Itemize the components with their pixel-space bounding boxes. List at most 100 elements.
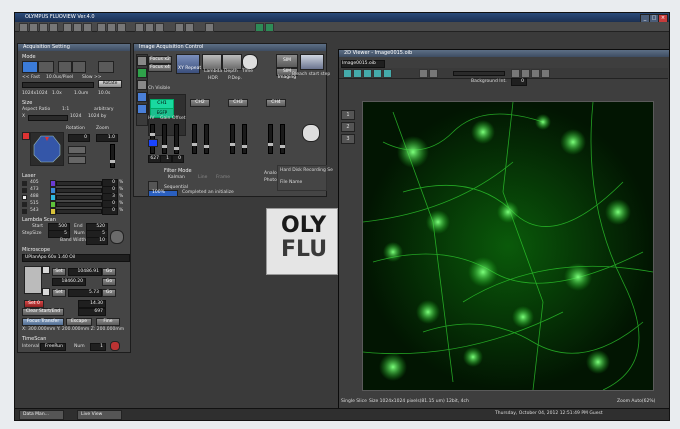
- laser-488-checkbox[interactable]: [22, 195, 27, 200]
- open-icon[interactable]: [29, 23, 38, 32]
- viewer-tool-9-icon[interactable]: [521, 69, 530, 78]
- kalman-radio[interactable]: Kalman: [168, 175, 185, 180]
- rotation-field[interactable]: 0: [68, 134, 90, 142]
- print-icon[interactable]: [49, 23, 58, 32]
- escape-button[interactable]: Escape: [66, 318, 92, 326]
- grid-icon[interactable]: [185, 23, 194, 32]
- interval-field[interactable]: FreeRun: [40, 343, 66, 351]
- viewer-tool-4-icon[interactable]: [373, 69, 382, 78]
- viewer-tool-3-icon[interactable]: [363, 69, 372, 78]
- viewer-slider[interactable]: [453, 71, 505, 76]
- ch1-offset-slider[interactable]: [174, 124, 179, 154]
- ch3-gain-slider[interactable]: [242, 124, 247, 154]
- laser-473-checkbox[interactable]: [22, 188, 27, 193]
- set-zero-button[interactable]: Set 0: [24, 300, 44, 308]
- side-tab-3[interactable]: 3: [341, 134, 355, 144]
- record-icon[interactable]: [265, 23, 274, 32]
- fast-label[interactable]: << Fast: [22, 75, 40, 80]
- aspect-value[interactable]: 1:1: [62, 107, 69, 112]
- laser-473-slider[interactable]: [56, 188, 102, 193]
- clear-start-end-button[interactable]: Clear Start/End: [22, 308, 64, 316]
- new-icon[interactable]: [19, 23, 28, 32]
- stop-icon[interactable]: [110, 341, 120, 351]
- time-icon[interactable]: [242, 54, 258, 70]
- stepper-icon[interactable]: [137, 104, 147, 114]
- help-icon[interactable]: [205, 23, 214, 32]
- arbitrary-option[interactable]: arbitrary: [94, 107, 114, 112]
- lambda-refresh-icon[interactable]: [110, 230, 124, 244]
- zoom-icon[interactable]: [63, 23, 72, 32]
- focus-transfer-button[interactable]: Focus Transfer: [22, 318, 64, 326]
- fine-button[interactable]: Fine: [96, 318, 120, 326]
- laser-405-slider[interactable]: [56, 181, 102, 186]
- go-z-button[interactable]: Go: [102, 289, 116, 297]
- viewer-tool-10-icon[interactable]: [531, 69, 540, 78]
- roi-icon[interactable]: [83, 23, 92, 32]
- bleach-label[interactable]: Bleach start step: [292, 72, 330, 77]
- ch1-offset-field[interactable]: 0: [172, 155, 184, 163]
- settings-icon[interactable]: [117, 23, 126, 32]
- line-radio[interactable]: Line: [198, 175, 207, 180]
- go-y-button[interactable]: Go: [102, 278, 116, 286]
- viewer-tool-7-icon[interactable]: [429, 69, 438, 78]
- band-width-field[interactable]: 10: [86, 237, 108, 245]
- stage-icon[interactable]: [155, 23, 164, 32]
- bleach-icon[interactable]: [300, 54, 324, 70]
- ch1-gain-field[interactable]: 1: [160, 155, 172, 163]
- laser-515-checkbox[interactable]: [22, 202, 27, 207]
- zstep-field[interactable]: 14.30: [78, 300, 106, 308]
- save-icon[interactable]: [39, 23, 48, 32]
- z-position-field[interactable]: 5.73: [68, 289, 102, 297]
- ch4-button[interactable]: CH4: [266, 99, 286, 107]
- ch3-hv-slider[interactable]: [230, 124, 235, 154]
- z-stage-icon[interactable]: [42, 288, 50, 296]
- viewer-tool-2-icon[interactable]: [353, 69, 362, 78]
- laser-543-checkbox[interactable]: [22, 209, 27, 214]
- viewer-tool-8-icon[interactable]: [511, 69, 520, 78]
- depth-icon[interactable]: [222, 54, 242, 70]
- ch1-gain-slider[interactable]: [162, 124, 167, 154]
- auto-hv-icon[interactable]: [302, 124, 320, 142]
- set-x-button[interactable]: Set: [52, 268, 66, 276]
- slices-field[interactable]: 697: [78, 308, 106, 316]
- play-icon[interactable]: [255, 23, 264, 32]
- pan-icon[interactable]: [73, 23, 82, 32]
- taskbar-live-view[interactable]: Live View: [77, 410, 122, 420]
- go-x-button[interactable]: Go: [102, 268, 116, 276]
- sim-lightpath-button[interactable]: SIM LightPath: [276, 54, 298, 75]
- ch4-gain-slider[interactable]: [280, 124, 285, 154]
- mode-oneway-icon[interactable]: [22, 61, 38, 73]
- side-tab-1[interactable]: 1: [341, 110, 355, 120]
- scan-icon[interactable]: [145, 23, 154, 32]
- scan-area-box[interactable]: [30, 132, 64, 166]
- x-slider[interactable]: [28, 115, 68, 121]
- zoom-slider[interactable]: [110, 144, 115, 168]
- viewer-tool-6-icon[interactable]: [419, 69, 428, 78]
- laser-488-slider[interactable]: [56, 195, 102, 200]
- laser-icon[interactable]: [135, 23, 144, 32]
- laser-405-checkbox[interactable]: [22, 181, 27, 186]
- mode-line-icon[interactable]: [58, 61, 72, 73]
- laser-543-slider[interactable]: [56, 209, 102, 214]
- rotate-button[interactable]: Rotate: [98, 80, 122, 88]
- x-position-field[interactable]: 10486.91: [68, 268, 102, 276]
- focus-x4-button[interactable]: Focus x4: [148, 64, 172, 72]
- set-z-button[interactable]: Set: [52, 289, 66, 297]
- viewer-tool-1-icon[interactable]: [343, 69, 352, 78]
- mode-clip-icon[interactable]: [98, 61, 114, 73]
- zoom-field[interactable]: 1.0: [96, 134, 118, 142]
- ch2-button[interactable]: CH2: [190, 99, 210, 107]
- mode-point-icon[interactable]: [72, 61, 86, 73]
- focus-x2-button[interactable]: Focus x2: [148, 56, 172, 64]
- rotation-reset-button[interactable]: [68, 146, 86, 154]
- mode-roundtrip-icon[interactable]: [38, 61, 54, 73]
- lambda-icon[interactable]: [202, 54, 222, 70]
- lambda-stepsize-field[interactable]: 5: [48, 230, 70, 238]
- ch2-gain-slider[interactable]: [204, 124, 209, 154]
- ch3-button[interactable]: CH3: [228, 99, 248, 107]
- y-position-field[interactable]: 18460.20: [52, 278, 86, 286]
- xy-stage-icon[interactable]: [42, 266, 50, 274]
- xy-repeat-icon[interactable]: [176, 54, 200, 74]
- gallery-icon[interactable]: [137, 80, 147, 90]
- layout-icon[interactable]: [175, 23, 184, 32]
